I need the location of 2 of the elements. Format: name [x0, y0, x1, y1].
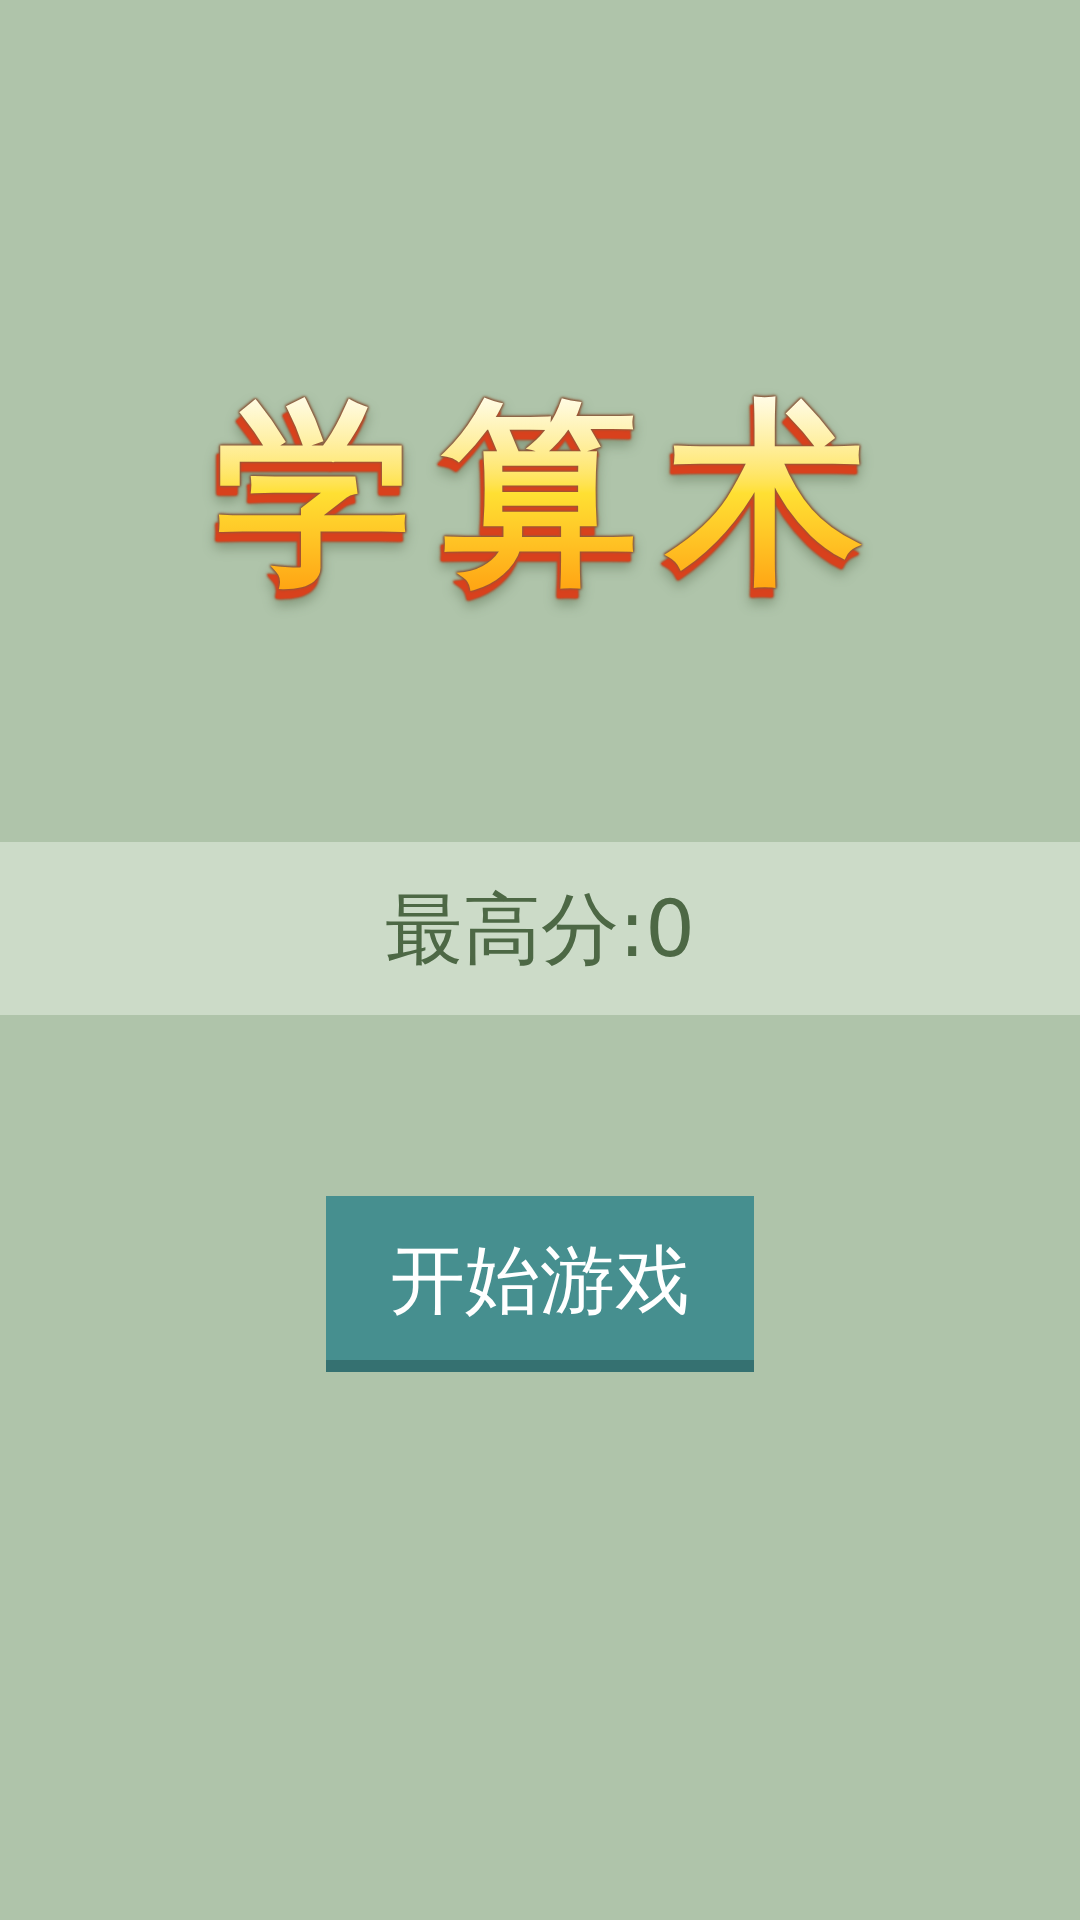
start-game-button[interactable]: 开始游戏 — [326, 1196, 754, 1372]
high-score-label: 最高分:0 — [385, 889, 695, 968]
